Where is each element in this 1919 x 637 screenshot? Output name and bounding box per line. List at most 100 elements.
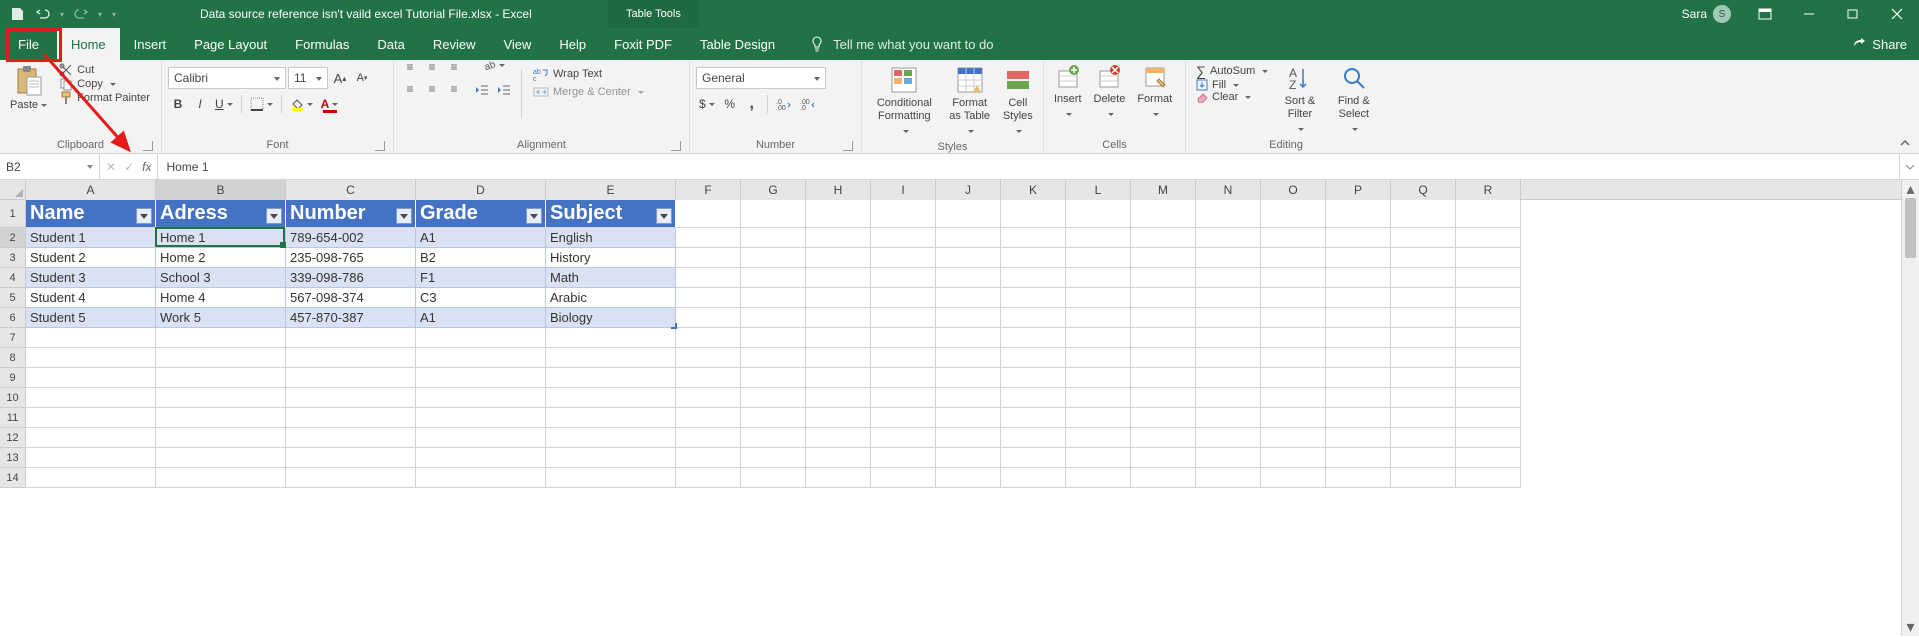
cell[interactable] — [26, 468, 156, 488]
cell[interactable] — [1001, 328, 1066, 348]
minimize-icon[interactable] — [1787, 0, 1831, 28]
collapse-ribbon-icon[interactable] — [1899, 137, 1911, 149]
column-header-F[interactable]: F — [676, 180, 741, 200]
column-header-L[interactable]: L — [1066, 180, 1131, 200]
cell[interactable] — [416, 368, 546, 388]
cell[interactable] — [676, 328, 741, 348]
font-launcher-icon[interactable] — [375, 141, 385, 151]
cell[interactable] — [1261, 388, 1326, 408]
cell[interactable]: Student 3 — [26, 268, 156, 288]
cell[interactable] — [1066, 308, 1131, 328]
alignment-launcher-icon[interactable] — [671, 141, 681, 151]
cell[interactable] — [936, 200, 1001, 228]
column-header-P[interactable]: P — [1326, 180, 1391, 200]
cell[interactable] — [1131, 348, 1196, 368]
font-name-combo[interactable]: Calibri — [168, 67, 286, 89]
cell[interactable] — [286, 428, 416, 448]
cell[interactable] — [1391, 348, 1456, 368]
format-painter-button[interactable]: Format Painter — [55, 91, 154, 105]
column-header-M[interactable]: M — [1131, 180, 1196, 200]
user-name[interactable]: Sara — [1682, 7, 1707, 21]
cell[interactable] — [1196, 308, 1261, 328]
insert-cells-button[interactable]: Insert — [1050, 63, 1086, 123]
column-header-K[interactable]: K — [1001, 180, 1066, 200]
cell[interactable] — [26, 328, 156, 348]
cell[interactable] — [1456, 200, 1521, 228]
cell[interactable]: 235-098-765 — [286, 248, 416, 268]
cell[interactable] — [936, 268, 1001, 288]
cell[interactable] — [1391, 328, 1456, 348]
fill-button[interactable]: Fill — [1192, 79, 1272, 91]
user-avatar[interactable]: S — [1713, 5, 1731, 23]
cell[interactable] — [1391, 428, 1456, 448]
cell[interactable] — [1066, 248, 1131, 268]
cell[interactable] — [1391, 248, 1456, 268]
close-icon[interactable] — [1875, 0, 1919, 28]
tell-me-search[interactable]: Tell me what you want to do — [809, 28, 993, 60]
cell[interactable] — [1391, 288, 1456, 308]
cell[interactable] — [806, 308, 871, 328]
format-cells-button[interactable]: Format — [1133, 63, 1176, 123]
cancel-formula-icon[interactable]: ✕ — [106, 160, 116, 174]
cell[interactable]: Math — [546, 268, 676, 288]
cell[interactable] — [806, 200, 871, 228]
paste-button[interactable]: Paste — [6, 63, 51, 114]
find-select-button[interactable]: Find & Select — [1328, 63, 1380, 139]
column-header-A[interactable]: A — [26, 180, 156, 200]
cell[interactable] — [741, 408, 806, 428]
cell[interactable] — [806, 468, 871, 488]
scroll-down-icon[interactable]: ▾ — [1902, 618, 1919, 636]
row-header[interactable]: 14 — [0, 468, 26, 488]
cell[interactable] — [871, 248, 936, 268]
cell[interactable] — [156, 388, 286, 408]
cell[interactable] — [1326, 308, 1391, 328]
cell[interactable] — [1456, 468, 1521, 488]
cell[interactable] — [1066, 328, 1131, 348]
save-icon[interactable] — [6, 3, 28, 25]
cell[interactable] — [286, 328, 416, 348]
cell[interactable] — [1456, 388, 1521, 408]
maximize-icon[interactable] — [1831, 0, 1875, 28]
cell[interactable] — [741, 348, 806, 368]
redo-icon[interactable] — [70, 3, 92, 25]
cell[interactable] — [676, 348, 741, 368]
cell[interactable]: A1 — [416, 308, 546, 328]
cell[interactable] — [286, 348, 416, 368]
merge-center-button[interactable]: Merge & Center — [529, 85, 648, 99]
cell[interactable]: Student 2 — [26, 248, 156, 268]
cell[interactable] — [676, 388, 741, 408]
cell[interactable] — [1001, 288, 1066, 308]
scroll-up-icon[interactable]: ▴ — [1902, 180, 1919, 198]
font-color-button[interactable]: A — [318, 94, 342, 114]
cell[interactable]: Home 2 — [156, 248, 286, 268]
cell[interactable] — [806, 368, 871, 388]
cell[interactable] — [871, 268, 936, 288]
cell[interactable] — [936, 288, 1001, 308]
cell[interactable] — [1261, 288, 1326, 308]
cell[interactable]: Grade — [416, 200, 546, 228]
undo-icon[interactable] — [32, 3, 54, 25]
cell[interactable] — [26, 348, 156, 368]
row-header[interactable]: 11 — [0, 408, 26, 428]
cell[interactable] — [741, 288, 806, 308]
cell[interactable] — [1326, 348, 1391, 368]
cell[interactable] — [1131, 388, 1196, 408]
cell[interactable] — [1196, 200, 1261, 228]
cell[interactable] — [1131, 268, 1196, 288]
cell[interactable] — [936, 428, 1001, 448]
row-header[interactable]: 10 — [0, 388, 26, 408]
cell[interactable] — [156, 408, 286, 428]
cell[interactable]: Arabic — [546, 288, 676, 308]
cell[interactable] — [676, 200, 741, 228]
cell[interactable]: 789-654-002 — [286, 228, 416, 248]
decrease-indent-icon[interactable] — [472, 80, 492, 100]
bold-button[interactable]: B — [168, 94, 188, 114]
cell[interactable] — [1001, 200, 1066, 228]
increase-decimal-icon[interactable]: .0.00 — [773, 94, 795, 114]
cell[interactable] — [871, 288, 936, 308]
cell-styles-button[interactable]: Cell Styles — [999, 63, 1037, 141]
cell[interactable] — [416, 468, 546, 488]
column-header-R[interactable]: R — [1456, 180, 1521, 200]
increase-font-icon[interactable]: A▴ — [330, 68, 350, 88]
cell[interactable] — [546, 328, 676, 348]
